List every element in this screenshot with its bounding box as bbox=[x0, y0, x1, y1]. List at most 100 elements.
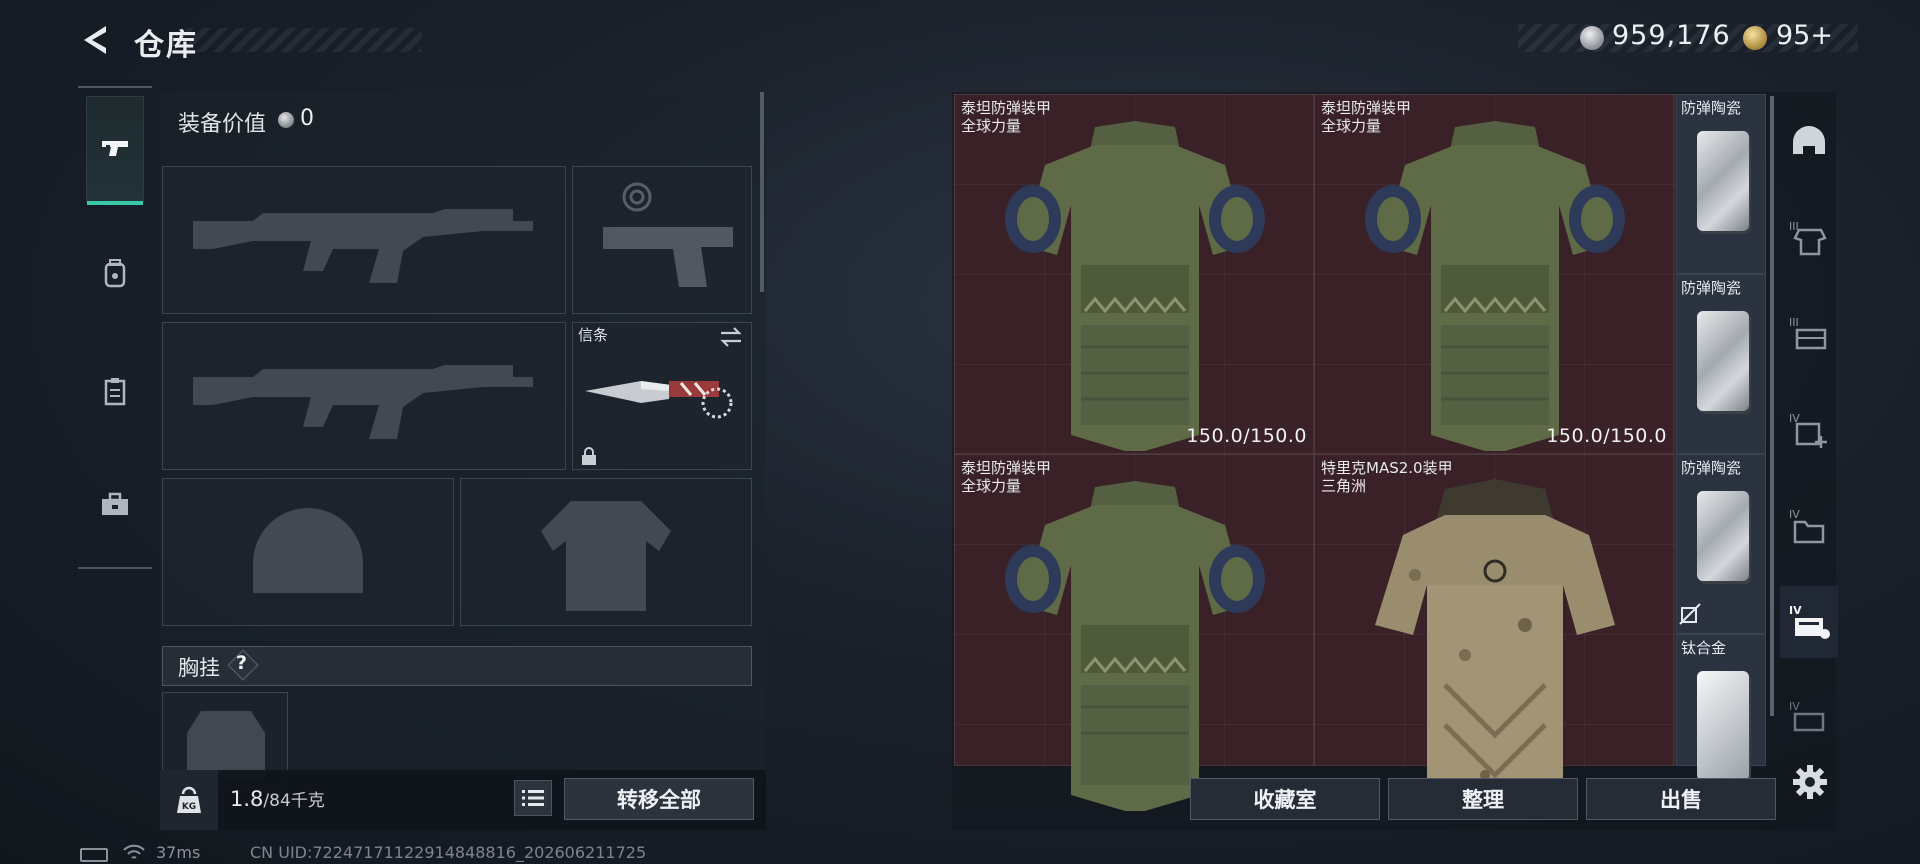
rifle-silhouette-icon bbox=[193, 209, 533, 283]
inventory-item-plate[interactable]: 防弹陶瓷 bbox=[1676, 454, 1766, 634]
item-name-line1: 泰坦防弹装甲 bbox=[961, 99, 1052, 117]
currency-primary[interactable]: 959,176 bbox=[1612, 20, 1731, 51]
item-name-line2: 三角洲 bbox=[1321, 477, 1367, 495]
ceramic-plate-image bbox=[1697, 491, 1749, 581]
inventory-item-plate[interactable]: 防弹陶瓷 bbox=[1676, 274, 1766, 454]
weight-readout: 1.8/84千克 bbox=[230, 786, 325, 811]
pistol-slot[interactable] bbox=[572, 166, 752, 314]
toolbox-icon bbox=[102, 492, 128, 515]
filter-armor-tier3[interactable]: III bbox=[1780, 202, 1838, 274]
medkit-tier4-icon: IV bbox=[1789, 412, 1827, 448]
inventory-item-plate[interactable]: 防弹陶瓷 bbox=[1676, 94, 1766, 274]
svg-text:IV: IV bbox=[1789, 700, 1800, 713]
lock-icon bbox=[582, 447, 596, 465]
item-name-line2: 全球力量 bbox=[1321, 117, 1382, 135]
item-name-line1: 泰坦防弹装甲 bbox=[1321, 99, 1412, 117]
tab-backpack[interactable] bbox=[86, 220, 144, 326]
tab-toolbox[interactable] bbox=[86, 452, 144, 558]
primary-weapon-slot[interactable] bbox=[162, 166, 566, 314]
item-name: 泰坦防弹装甲 全球力量 bbox=[961, 459, 1051, 495]
settings-gear-icon[interactable] bbox=[1790, 762, 1830, 802]
titan-armor-image bbox=[1005, 121, 1265, 451]
clipboard-icon bbox=[104, 378, 126, 406]
svg-text:KG: KG bbox=[182, 802, 196, 812]
inventory-scrollbar[interactable] bbox=[1770, 96, 1774, 716]
sort-button[interactable]: 整理 bbox=[1388, 778, 1578, 820]
collection-room-button[interactable]: 收藏室 bbox=[1190, 778, 1380, 820]
helmet-slot[interactable] bbox=[162, 478, 454, 626]
filter-armor-tier4[interactable]: IV bbox=[1780, 586, 1838, 658]
inventory-item-armor[interactable]: 泰坦防弹装甲 全球力量 bbox=[954, 454, 1314, 811]
trik-mas-armor-image bbox=[1375, 479, 1615, 805]
page-title: 仓库 bbox=[134, 28, 198, 63]
vest-silhouette-icon bbox=[541, 501, 671, 611]
rail-divider-bottom bbox=[78, 567, 152, 569]
broken-item-icon bbox=[1679, 603, 1701, 625]
swap-icon[interactable] bbox=[718, 326, 744, 348]
equip-value-label: 装备价值 bbox=[178, 112, 267, 137]
titanium-plate-image bbox=[1697, 671, 1749, 781]
item-name-line1: 泰坦防弹装甲 bbox=[961, 459, 1052, 477]
currency-secondary[interactable]: 95+ bbox=[1776, 20, 1833, 51]
filter-folder-tier4[interactable]: IV bbox=[1780, 490, 1838, 562]
uid-readout: CN UID:7224717112291484881​6_20260621172… bbox=[250, 843, 647, 862]
transfer-all-button[interactable]: 转移全部 bbox=[564, 778, 754, 820]
tab-weapons[interactable] bbox=[86, 96, 144, 205]
inventory-item-armor[interactable]: 泰坦防弹装甲 全球力量 150.0/150.0 bbox=[954, 94, 1314, 454]
filter-rig-tier3[interactable]: III bbox=[1780, 298, 1838, 370]
titan-armor-image bbox=[1365, 121, 1625, 451]
rig-tier3-icon: III bbox=[1789, 316, 1827, 350]
silver-coin-icon bbox=[278, 112, 294, 128]
item-name-line2: 全球力量 bbox=[961, 477, 1022, 495]
sell-button[interactable]: 出售 bbox=[1586, 778, 1776, 820]
equip-value: 0 bbox=[300, 106, 314, 131]
help-glyph: ? bbox=[236, 652, 248, 674]
back-arrow-icon[interactable] bbox=[78, 22, 114, 58]
gold-coin-icon bbox=[1743, 26, 1767, 50]
ping-readout: 37ms bbox=[156, 843, 201, 862]
weight-icon: KG bbox=[177, 786, 201, 813]
battery-icon bbox=[80, 848, 108, 862]
list-icon bbox=[522, 790, 544, 806]
weight-current: 1.8 bbox=[230, 787, 264, 811]
inventory-item-armor[interactable]: 泰坦防弹装甲 全球力量 150.0/150.0 bbox=[1314, 94, 1674, 454]
pistol-icon bbox=[102, 141, 128, 156]
helmet-icon bbox=[1793, 126, 1825, 154]
pistol-silhouette-icon bbox=[603, 182, 733, 287]
titan-armor-image bbox=[1005, 481, 1265, 811]
plate-name: 钛合金 bbox=[1681, 639, 1727, 657]
filter-weapon-tier4[interactable]: IV bbox=[1780, 682, 1838, 754]
weapon-tier4-icon: IV bbox=[1789, 700, 1825, 732]
item-name-line1: 特里克MAS2.0装甲 bbox=[1321, 459, 1453, 477]
rail-divider-top bbox=[78, 86, 152, 88]
filter-medkit-tier4[interactable]: IV bbox=[1780, 394, 1838, 466]
item-name: 泰坦防弹装甲 全球力量 bbox=[961, 99, 1051, 135]
item-durability: 150.0/150.0 bbox=[1186, 425, 1307, 447]
inventory-item-plate[interactable]: 钛合金 bbox=[1676, 634, 1766, 781]
weight-icon-box: KG bbox=[160, 770, 218, 830]
item-name-line2: 全球力量 bbox=[961, 117, 1022, 135]
silver-coin-icon bbox=[1580, 26, 1604, 50]
armor-slot[interactable] bbox=[460, 478, 752, 626]
weight-max: /84千克 bbox=[263, 791, 325, 811]
armor-tier4-icon: IV bbox=[1789, 604, 1830, 639]
inventory-item-armor[interactable]: 特里克MAS2.0装甲 三角洲 bbox=[1314, 454, 1674, 805]
knife-image bbox=[585, 381, 733, 419]
loadout-scrollbar[interactable] bbox=[760, 92, 764, 292]
secondary-weapon-slot[interactable] bbox=[162, 322, 566, 470]
title-decoration bbox=[186, 28, 422, 52]
ceramic-plate-image bbox=[1697, 311, 1749, 411]
wifi-icon bbox=[123, 844, 145, 859]
backpack-icon bbox=[104, 259, 126, 288]
folder-tier4-icon: IV bbox=[1789, 508, 1825, 544]
chest-rig-label: 胸挂 bbox=[178, 656, 220, 680]
list-view-button[interactable] bbox=[514, 780, 552, 816]
filter-helmet[interactable] bbox=[1780, 106, 1838, 178]
item-name: 特里克MAS2.0装甲 三角洲 bbox=[1321, 459, 1453, 495]
svg-text:III: III bbox=[1789, 316, 1799, 329]
melee-item-name: 信条 bbox=[578, 326, 609, 344]
svg-text:IV: IV bbox=[1789, 508, 1800, 521]
tab-clipboard[interactable] bbox=[86, 338, 144, 444]
item-name: 泰坦防弹装甲 全球力量 bbox=[1321, 99, 1411, 135]
svg-text:IV: IV bbox=[1789, 604, 1802, 617]
